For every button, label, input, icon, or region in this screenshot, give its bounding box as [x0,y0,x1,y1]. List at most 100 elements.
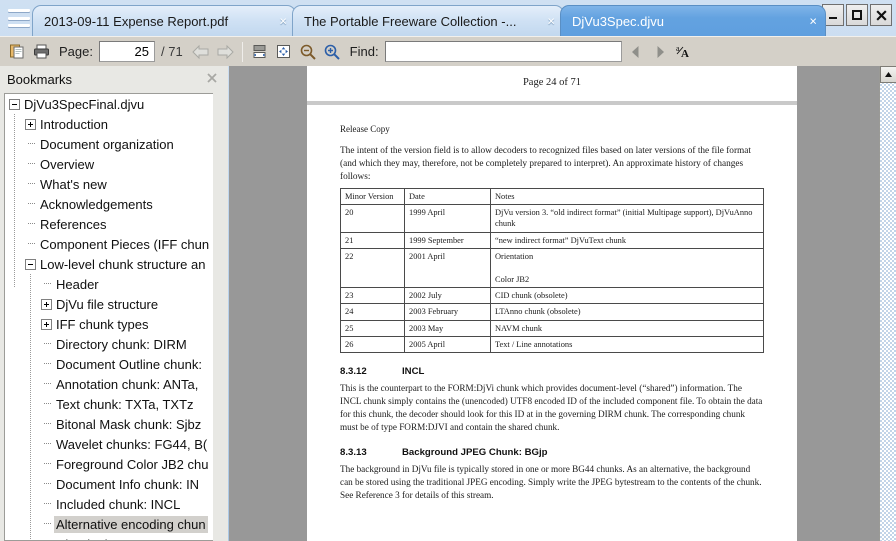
bookmark-label: IFF chunk types [56,317,148,332]
tab-label: 2013-09-11 Expense Report.pdf [44,14,228,29]
find-next-button[interactable] [648,40,672,64]
document-vertical-scrollbar[interactable] [879,66,896,541]
collapse-icon[interactable] [25,259,36,270]
next-page-button[interactable] [213,40,237,64]
tab-close-icon[interactable]: × [809,15,817,28]
table-row: 222001 AprilOrientationColor JB2 [341,248,764,287]
expand-icon[interactable] [41,299,52,310]
panel-splitter[interactable] [222,66,228,541]
table-cell: 24 [341,304,405,320]
collapse-icon[interactable] [9,99,20,110]
bookmark-item[interactable]: Document Info chunk: IN [5,474,228,494]
bookmark-item[interactable]: Document organization [5,134,228,154]
bookmark-label: Document organization [40,137,174,152]
find-previous-button[interactable] [624,40,648,64]
bookmark-item[interactable]: Wavelet chunks: FG44, B( [5,434,228,454]
table-header-cell: Minor Version [341,188,405,204]
minimize-icon [827,9,839,21]
maximize-button[interactable] [846,4,868,26]
tree-leaf-connector [41,354,52,374]
bookmark-item[interactable]: Directory chunk: DIRM [5,334,228,354]
close-button[interactable] [870,4,892,26]
next-page-icon [215,44,235,60]
table-header-cell: Date [405,188,491,204]
find-text-options-icon: a A [675,43,693,60]
find-next-icon [653,44,667,60]
table-cell: 22 [341,248,405,287]
print-button[interactable] [29,40,53,64]
previous-page-button[interactable] [189,40,213,64]
bookmark-item[interactable]: DjVu file structure [5,294,228,314]
previous-page-icon [191,44,211,60]
tree-leaf-connector [41,414,52,434]
tree-leaf-connector [25,194,36,214]
table-header-cell: Notes [491,188,764,204]
bookmark-item[interactable]: Low-level chunk structure an [5,254,228,274]
tree-leaf-connector [41,394,52,414]
bookmark-label: Bitonal Mask chunk: Sjbz [56,417,201,432]
bookmark-label: Overview [40,157,94,172]
table-cell: 1999 September [405,232,491,248]
bookmark-label: Header [56,277,99,292]
bookmark-label: Wavelet chunks: FG44, B( [56,437,207,452]
table-cell: 2003 February [405,304,491,320]
bookmark-item[interactable]: IFF chunk types [5,314,228,334]
tab-close-icon[interactable]: × [279,15,287,28]
bookmark-item[interactable]: Foreground Color JB2 chu [5,454,228,474]
tab-close-icon[interactable]: × [547,15,555,28]
bookmark-item[interactable]: Component Pieces (IFF chun [5,234,228,254]
menu-icon[interactable] [8,9,30,27]
bookmark-item[interactable]: References [5,214,228,234]
table-header-row: Minor VersionDateNotes [341,188,764,204]
bookmark-item[interactable]: Introduction [5,114,228,134]
bookmark-label: Low-level chunk structure an [40,257,205,272]
tab-djvu3spec[interactable]: DjVu3Spec.djvu × [560,5,826,36]
bookmark-label: Acknowledgements [40,197,153,212]
bookmark-item[interactable]: Included chunk: INCL [5,494,228,514]
toolbar: Page: 25 / 71 [0,36,896,66]
table-row: 201999 AprilDjVu version 3. “old indirec… [341,204,764,232]
tab-label: DjVu3Spec.djvu [572,14,664,29]
document-view[interactable]: Page 24 of 71 Release Copy The intent of… [229,66,879,541]
bookmark-item[interactable]: Annotation chunk: ANTa, [5,374,228,394]
table-cell: LTAnno chunk (obsolete) [491,304,764,320]
intro-paragraph: The intent of the version field is to al… [340,145,764,185]
tree-leaf-connector [25,134,36,154]
bookmark-item[interactable]: What's new [5,174,228,194]
fit-page-button[interactable] [272,40,296,64]
table-cell: NAVM chunk [491,320,764,336]
section-body-8-3-12: This is the counterpart to the FORM:DjVi… [340,382,764,434]
find-input[interactable] [385,41,622,62]
svg-text:A: A [681,48,689,60]
fit-width-button[interactable] [248,40,272,64]
table-cell: 2005 April [405,337,491,353]
bookmark-label: Foreground Color JB2 chu [56,457,208,472]
zoom-out-button[interactable] [296,40,320,64]
scroll-up-button[interactable] [880,66,896,83]
bookmark-item[interactable]: Overview [5,154,228,174]
tab-expense-report[interactable]: 2013-09-11 Expense Report.pdf × [32,5,296,36]
tab-bar: 2013-09-11 Expense Report.pdf × The Port… [0,0,896,36]
page-number-input[interactable]: 25 [99,41,155,62]
section-number: 8.3.13 [340,447,402,458]
copy-button[interactable] [5,40,29,64]
bookmark-item[interactable]: Header [5,274,228,294]
bookmark-item[interactable]: Document Outline chunk: [5,354,228,374]
bookmark-item[interactable]: Text chunk: TXTa, TXTz [5,394,228,414]
bookmark-label: DjVu3SpecFinal.djvu [24,97,144,112]
bookmark-label: DjVu file structure [56,297,158,312]
bookmark-item[interactable]: Bitonal Mask chunk: Sjbz [5,414,228,434]
zoom-in-button[interactable] [320,40,344,64]
bookmarks-close-button[interactable] [205,71,219,85]
bookmark-label: Alternative encoding chun [54,516,208,533]
bookmarks-tree[interactable]: DjVu3SpecFinal.djvu Introduction Document … [4,93,228,541]
bookmark-item[interactable]: Acknowledgements [5,194,228,214]
expand-icon[interactable] [41,319,52,330]
find-options-button[interactable]: a A [672,40,696,64]
page-label: Page: [53,44,99,59]
tab-portable-freeware[interactable]: The Portable Freeware Collection -... × [292,5,564,36]
bookmark-item[interactable]: DjVu3SpecFinal.djvu [5,94,228,114]
expand-icon[interactable] [25,119,36,130]
bookmark-item[interactable]: DjVu in the [5,534,228,541]
bookmark-item[interactable]: Alternative encoding chun [5,514,228,534]
